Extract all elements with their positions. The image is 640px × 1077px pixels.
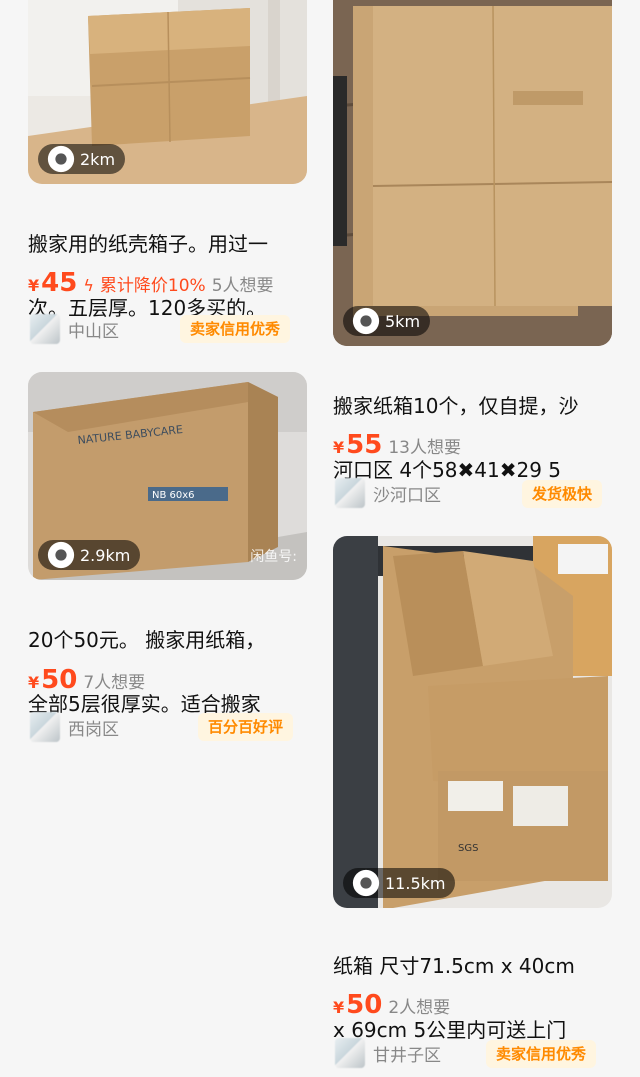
- seller-row[interactable]: 沙河口区: [335, 478, 441, 508]
- price: 50: [41, 665, 78, 695]
- currency-symbol: ¥: [333, 438, 345, 457]
- location-pin-icon: [47, 541, 75, 569]
- avatar[interactable]: [30, 712, 60, 742]
- avatar[interactable]: [335, 478, 365, 508]
- seller-badge: 卖家信用优秀: [486, 1040, 597, 1068]
- location-pin-icon: [47, 145, 75, 173]
- seller-row[interactable]: 中山区: [30, 314, 119, 344]
- seller-row[interactable]: 西岗区: [30, 712, 119, 742]
- price-row: ¥ 55 13人想要: [333, 430, 461, 460]
- currency-symbol: ¥: [28, 673, 40, 692]
- distance-text: 5km: [385, 311, 421, 331]
- want-count: 2人想要: [388, 998, 451, 1018]
- price-drop-label: 累计降价10%: [99, 276, 206, 296]
- listing-photo[interactable]: NATURE BABYCARE NB 60x6 2.9km 闲鱼号:: [28, 372, 307, 580]
- price-row: ¥ 50 2人想要: [333, 990, 450, 1020]
- seller-area: 甘井子区: [373, 1045, 441, 1066]
- seller-badge: 百分百好评: [198, 713, 294, 741]
- distance-text: 2.9km: [80, 545, 131, 565]
- distance-text: 2km: [80, 149, 116, 169]
- box-label-text: SGS: [458, 843, 478, 854]
- avatar[interactable]: [335, 1038, 365, 1068]
- distance-tag: 2.9km: [38, 540, 141, 570]
- watermark: 闲鱼号:: [250, 549, 297, 565]
- want-count: 13人想要: [388, 438, 461, 458]
- want-count: 7人想要: [83, 673, 146, 693]
- price: 50: [346, 990, 383, 1020]
- seller-badge: 卖家信用优秀: [180, 315, 291, 343]
- avatar[interactable]: [30, 314, 60, 344]
- distance-tag: 11.5km: [343, 868, 456, 898]
- seller-row[interactable]: 甘井子区: [335, 1038, 441, 1068]
- location-pin-icon: [352, 307, 380, 335]
- listing-photo[interactable]: SGS 11.5km: [333, 536, 612, 908]
- location-pin-icon: [352, 869, 380, 897]
- seller-area: 西岗区: [68, 719, 119, 740]
- seller-area: 沙河口区: [373, 485, 441, 506]
- currency-symbol: ¥: [28, 276, 40, 295]
- price: 55: [346, 430, 383, 460]
- seller-area: 中山区: [68, 321, 119, 342]
- box-size-text: NB 60x6: [152, 490, 195, 501]
- distance-text: 11.5km: [385, 873, 446, 893]
- lightning-icon: ϟ: [83, 276, 94, 295]
- distance-tag: 2km: [38, 144, 126, 174]
- listing-photo[interactable]: 5km: [333, 0, 612, 346]
- seller-badge: 发货极快: [522, 480, 603, 508]
- price-row: ¥ 45 ϟ 累计降价10% 5人想要: [28, 268, 274, 298]
- price: 45: [41, 268, 78, 298]
- want-count: 5人想要: [211, 276, 274, 296]
- price-row: ¥ 50 7人想要: [28, 665, 145, 695]
- distance-tag: 5km: [343, 306, 431, 336]
- listing-photo[interactable]: 2km: [28, 0, 307, 184]
- currency-symbol: ¥: [333, 998, 345, 1017]
